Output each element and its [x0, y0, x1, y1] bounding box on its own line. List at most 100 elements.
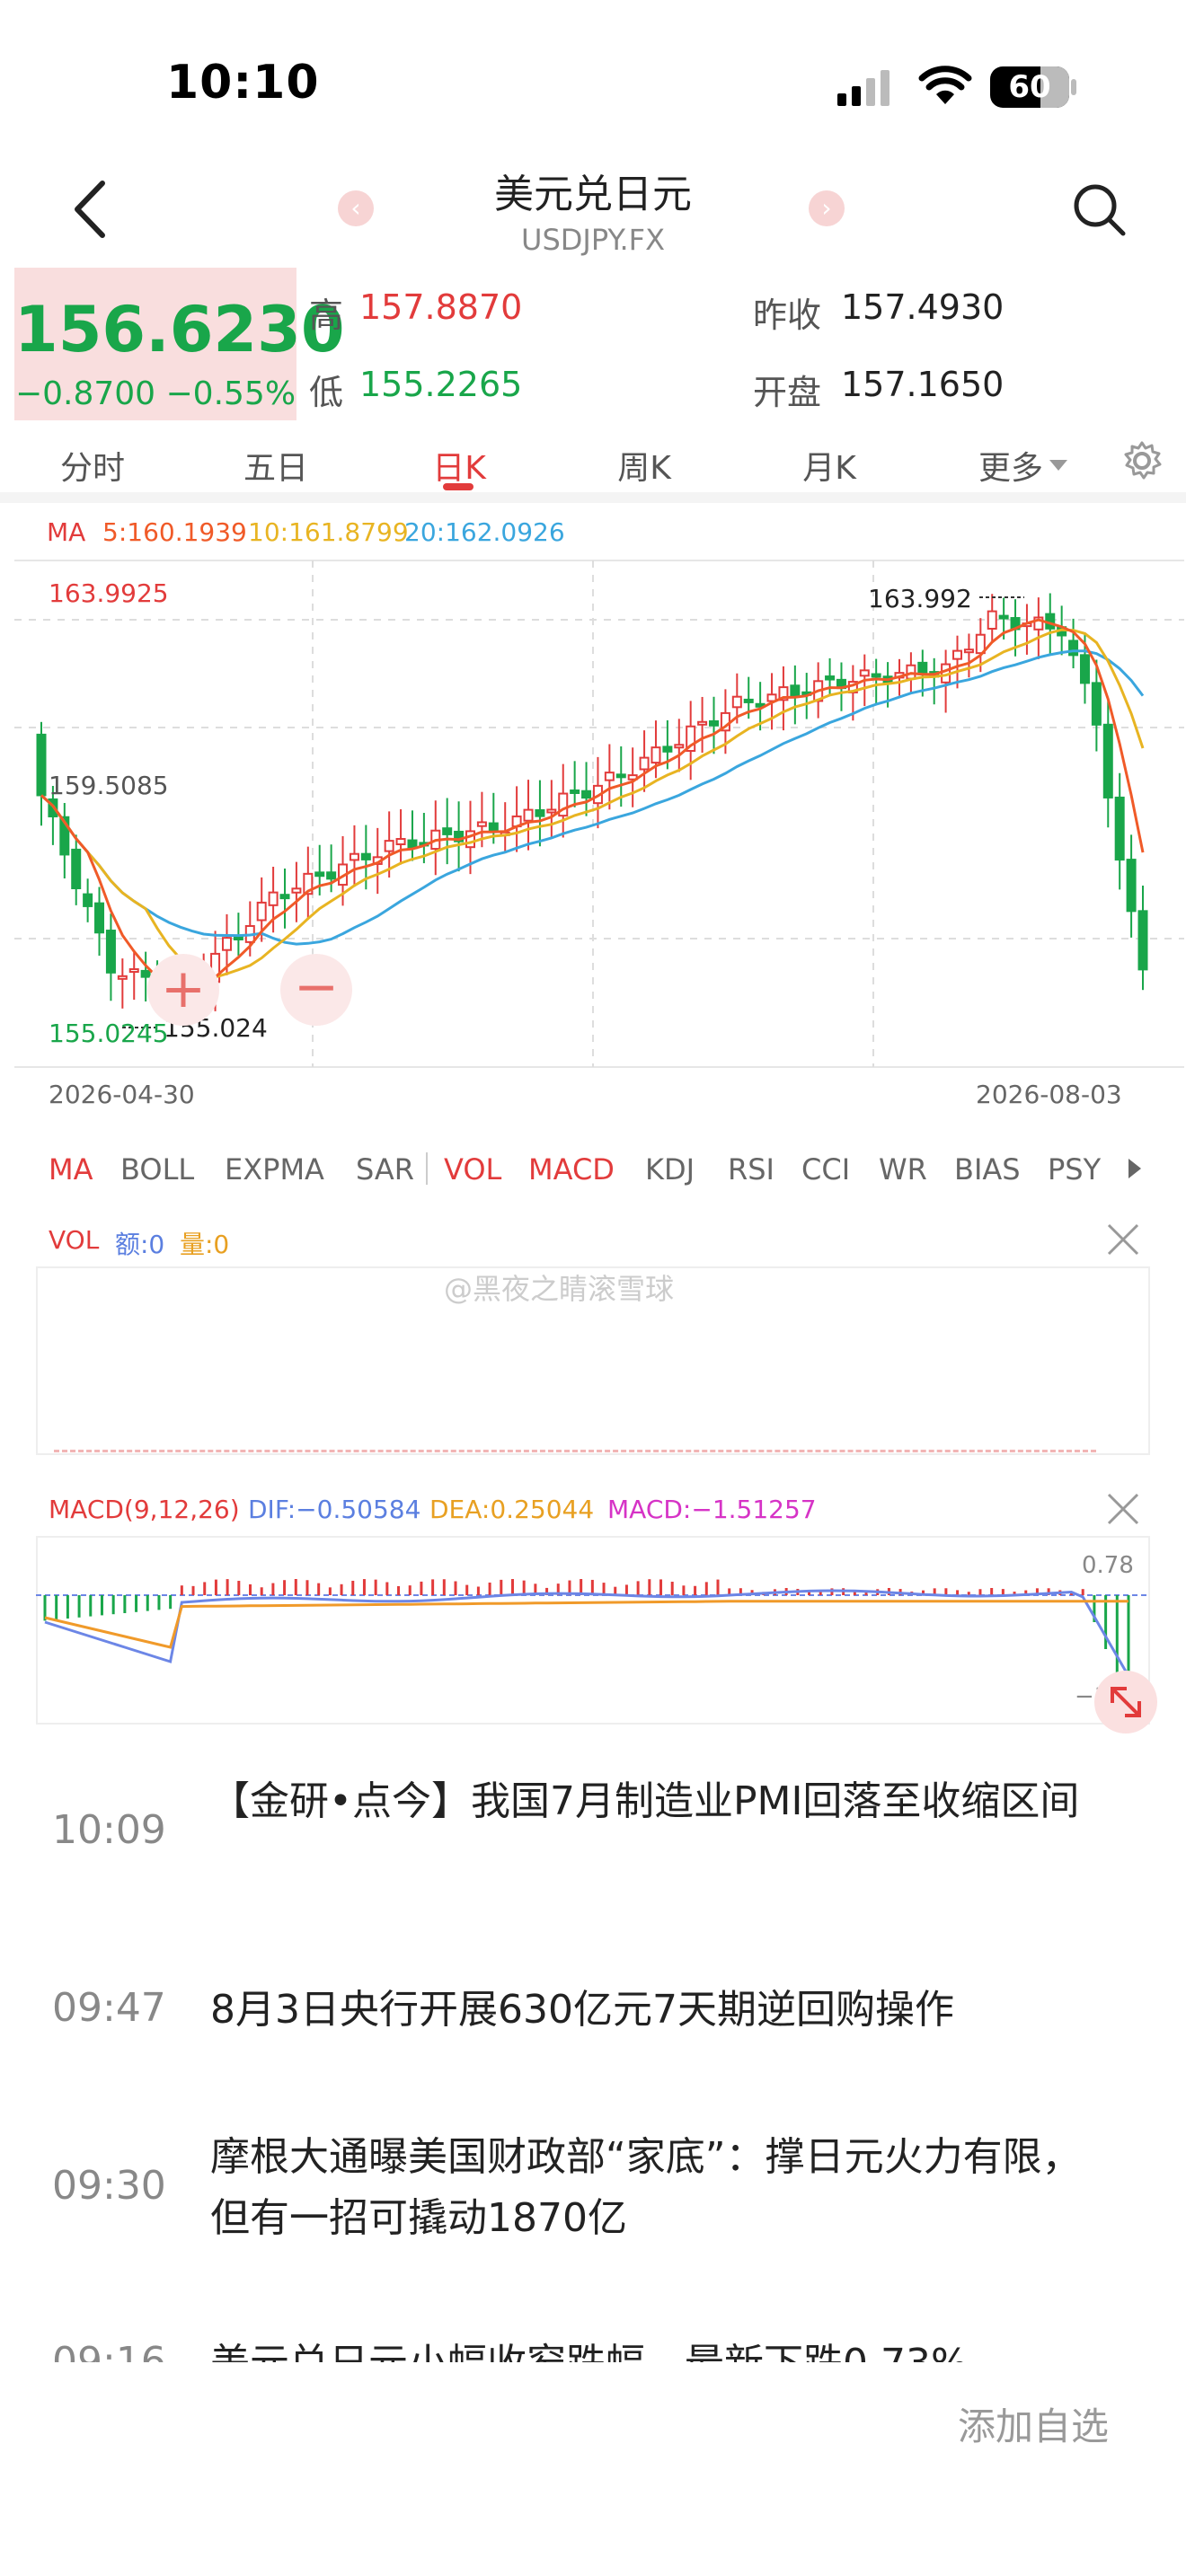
prev-close-label: 昨收 — [753, 296, 822, 335]
peak-annotation: 163.992 — [868, 584, 972, 613]
add-watchlist-button[interactable]: 添加自选 — [958, 2396, 1109, 2451]
close-vol-icon[interactable] — [1107, 1223, 1139, 1256]
min-price-label: 155.0245 — [49, 1019, 169, 1048]
ind-tab-boll[interactable]: BOLL — [120, 1152, 194, 1187]
news-item-3[interactable]: 美元兑日元小幅收窄跌幅，最新下跌0.73% — [210, 2339, 1118, 2362]
candle-body — [279, 894, 290, 900]
next-instrument-button[interactable]: › — [809, 190, 845, 226]
news-item-0[interactable]: 【金研•点今】我国7月制造业PMI回落至收缩区间 — [210, 1771, 1118, 1832]
news-item-1[interactable]: 8月3日央行开展630亿元7天期逆回购操作 — [210, 1980, 1118, 2041]
candle-body — [71, 848, 82, 890]
date-end-label: 2026-08-03 — [976, 1080, 1122, 1109]
scroll-right-icon[interactable] — [1128, 1159, 1141, 1178]
low-label: 低 — [309, 373, 344, 412]
candle-body — [465, 830, 475, 849]
tab-intraday[interactable]: 分时 — [25, 442, 160, 489]
news-time-2: 09:30 — [52, 2163, 166, 2209]
ma10-value: 10:161.8799 — [248, 517, 409, 547]
candle-body — [488, 822, 499, 832]
battery-level: 60 — [1008, 69, 1051, 105]
vol-amount: 额:0 — [115, 1230, 165, 1259]
tab-weekly-k[interactable]: 周K — [577, 442, 712, 489]
candle-body — [662, 745, 673, 753]
section-divider — [0, 492, 1186, 503]
vol-quantity: 量:0 — [180, 1230, 230, 1259]
candle-body — [743, 698, 754, 703]
candle-body — [917, 661, 928, 675]
candle-body — [233, 936, 243, 941]
zoom-in-button[interactable]: + — [147, 954, 219, 1026]
tab-daily-k[interactable]: 日K — [392, 442, 527, 489]
candle-body — [360, 852, 371, 860]
gear-icon[interactable] — [1121, 440, 1163, 481]
candle-body — [1126, 859, 1137, 913]
macd-dea: DEA:0.25044 — [429, 1495, 595, 1524]
candle-body — [998, 614, 1009, 620]
news-item-2[interactable]: 摩根大通曝美国财政部“家底”：撑日元火力有限，但有一招可撬动1870亿 — [210, 2127, 1118, 2249]
candle-body — [117, 975, 128, 980]
ind-tab-sar[interactable]: SAR — [356, 1152, 414, 1187]
minus-icon: − — [293, 956, 340, 1019]
tab-five-day[interactable]: 五日 — [208, 442, 343, 489]
candle-body — [963, 648, 974, 654]
vol-baseline — [54, 1450, 1096, 1452]
ind-tab-kdj[interactable]: KDJ — [645, 1152, 695, 1187]
open-label: 开盘 — [753, 373, 822, 412]
candle-body — [570, 789, 580, 794]
ind-tab-psy[interactable]: PSY — [1048, 1152, 1101, 1187]
expand-chart-button[interactable] — [1094, 1671, 1157, 1734]
plus-icon: + — [160, 957, 207, 1020]
max-price-label: 163.9925 — [49, 578, 169, 608]
candle-body — [697, 720, 708, 726]
candle-body — [268, 891, 279, 906]
candle-body — [709, 719, 720, 727]
close-macd-icon[interactable] — [1107, 1493, 1139, 1525]
ind-tab-macd[interactable]: MACD — [528, 1152, 615, 1187]
candle-body — [1137, 910, 1148, 971]
candle-body — [1068, 640, 1079, 657]
signal-icon — [837, 70, 890, 106]
candle-body — [952, 649, 963, 660]
candle-body — [442, 827, 453, 835]
zoom-out-button[interactable]: − — [280, 954, 352, 1026]
ind-tab-wr[interactable]: WR — [879, 1152, 927, 1187]
macd-dif: DIF:−0.50584 — [248, 1495, 421, 1524]
candle-body — [906, 664, 916, 680]
search-icon[interactable] — [1071, 181, 1128, 239]
candle-body — [349, 852, 359, 861]
ind-tab-rsi[interactable]: RSI — [728, 1152, 774, 1187]
ind-tab-vol[interactable]: VOL — [444, 1152, 501, 1187]
candle-body — [140, 969, 151, 978]
candle-body — [523, 808, 534, 822]
tab-monthly-k[interactable]: 月K — [762, 442, 897, 489]
candle-body — [546, 808, 557, 814]
ind-tab-bias[interactable]: BIAS — [954, 1152, 1021, 1187]
candle-body — [674, 744, 685, 749]
vol-label: VOL — [49, 1225, 100, 1255]
candle-body — [1114, 796, 1125, 861]
price-change: −0.8700 −0.55% — [14, 375, 296, 412]
ind-tab-expma[interactable]: EXPMA — [225, 1152, 324, 1187]
candle-body — [314, 871, 325, 878]
candle-body — [221, 937, 232, 951]
ma-label: MA — [47, 517, 86, 547]
ind-tab-separator — [426, 1152, 428, 1185]
candle-body — [1079, 654, 1090, 684]
candle-body — [36, 733, 47, 797]
candle-body — [790, 684, 801, 697]
bottom-bar — [0, 2362, 1186, 2576]
watermark: @黑夜之睛滚雪球 — [444, 1272, 675, 1306]
candle-body — [615, 773, 626, 779]
status-time: 10:10 — [166, 56, 320, 110]
candle-body — [581, 790, 592, 799]
dea-line — [44, 1600, 1128, 1649]
current-price: 156.6230 — [14, 293, 345, 366]
candle-body — [105, 930, 116, 974]
ind-tab-cci[interactable]: CCI — [801, 1152, 850, 1187]
news-time-0: 10:09 — [52, 1807, 166, 1853]
high-label: 高 — [309, 296, 344, 335]
news-item-3-clip: 09:16 美元兑日元小幅收窄跌幅，最新下跌0.73% — [0, 2339, 1186, 2362]
page-subtitle: USDJPY.FX — [521, 223, 665, 257]
caret-down-icon — [1049, 460, 1067, 471]
ind-tab-ma[interactable]: MA — [49, 1152, 93, 1187]
